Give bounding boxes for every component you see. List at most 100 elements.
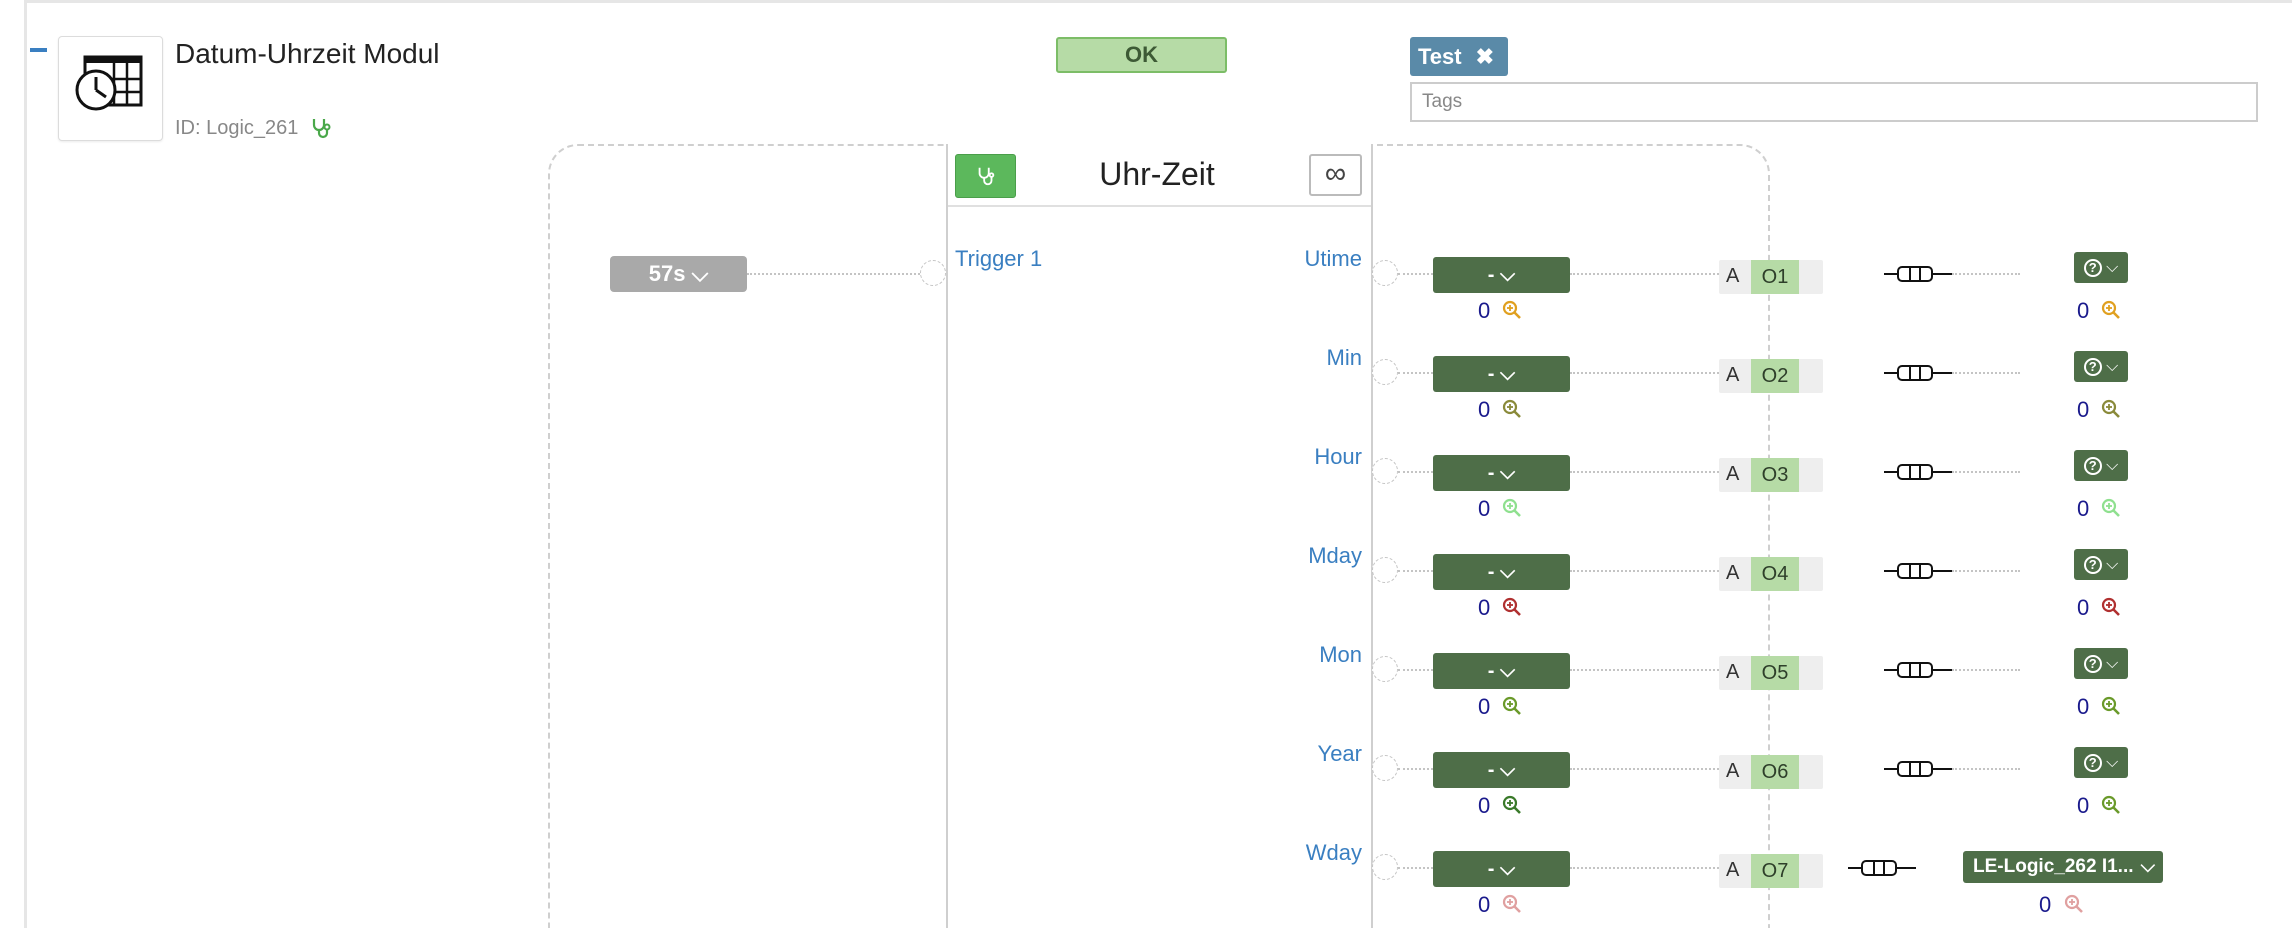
target-select-button[interactable]: ⓘ? ⌵ xyxy=(2074,450,2128,481)
target-select-button[interactable]: ⓘ? ⌵ xyxy=(2074,351,2128,382)
collapse-button[interactable] xyxy=(30,48,47,52)
chevron-down-icon: ⌵ xyxy=(691,261,709,286)
zoom-icon[interactable] xyxy=(2101,795,2121,815)
output-port[interactable] xyxy=(1372,854,1398,880)
output-connector-line xyxy=(1952,273,2020,275)
zoom-icon[interactable] xyxy=(1502,399,1522,419)
output-connector-line xyxy=(1570,570,1719,572)
output-value-select[interactable]: - ⌵ xyxy=(1433,257,1570,293)
output-connector-line xyxy=(1570,867,1719,869)
target-value: 0 xyxy=(2039,892,2052,917)
assignment-label: A xyxy=(1726,463,1740,485)
output-id: O1 xyxy=(1751,260,1799,294)
output-connector-line xyxy=(1398,273,1433,275)
target-label: ? xyxy=(2083,358,2102,376)
output-connector-line xyxy=(1398,867,1433,869)
module-id: ID: Logic_261 xyxy=(175,117,299,139)
assignment-label: A xyxy=(1726,859,1740,881)
output-port[interactable] xyxy=(1372,458,1398,484)
stethoscope-icon[interactable] xyxy=(310,116,334,140)
chevron-down-icon: ⌵ xyxy=(2101,259,2119,276)
block-title: Uhr-Zeit xyxy=(1099,156,1215,192)
infinity-icon[interactable]: ∞ xyxy=(1309,154,1362,196)
target-label: ? xyxy=(2083,655,2102,673)
target-select-button[interactable]: ⓘ? ⌵ xyxy=(2074,252,2128,283)
debug-button[interactable] xyxy=(955,154,1016,198)
tags-input[interactable] xyxy=(1410,82,2258,122)
input-label: Trigger 1 xyxy=(955,246,1043,271)
zoom-icon[interactable] xyxy=(2101,300,2121,320)
output-connector-line xyxy=(1952,570,2020,572)
zoom-icon[interactable] xyxy=(1502,795,1522,815)
output-connector-line xyxy=(1570,471,1719,473)
tag-chip[interactable]: Test ✖ xyxy=(1410,37,1508,76)
output-value-select[interactable]: - ⌵ xyxy=(1433,455,1570,491)
input-source-label: 57s xyxy=(648,261,686,286)
output-value-select[interactable]: - ⌵ xyxy=(1433,752,1570,788)
status-badge: OK xyxy=(1056,37,1227,73)
assignment-label: A xyxy=(1726,661,1740,683)
target-value: 0 xyxy=(2077,595,2090,620)
chevron-down-icon: ⌵ xyxy=(2101,556,2119,573)
output-label: Min xyxy=(1326,345,1362,370)
zoom-icon[interactable] xyxy=(1502,696,1522,716)
output-connector-line xyxy=(1952,768,2020,770)
connector-icon[interactable] xyxy=(1884,561,1952,586)
target-select-button[interactable]: ⓘ? ⌵ xyxy=(2074,648,2128,679)
output-connector-line xyxy=(1570,372,1719,374)
connector-icon[interactable] xyxy=(1884,759,1952,784)
output-value-select[interactable]: - ⌵ xyxy=(1433,554,1570,590)
zoom-icon[interactable] xyxy=(1502,597,1522,617)
module-title: Datum-Uhrzeit Modul xyxy=(175,38,440,69)
output-port[interactable] xyxy=(1372,557,1398,583)
target-select-button[interactable]: LE-Logic_262 I1... ⌵ xyxy=(1963,851,2163,883)
zoom-icon[interactable] xyxy=(2101,597,2121,617)
output-id: O3 xyxy=(1751,458,1799,492)
output-port[interactable] xyxy=(1372,755,1398,781)
panel-top-border xyxy=(24,0,2292,3)
target-select-button[interactable]: ⓘ? ⌵ xyxy=(2074,549,2128,580)
chevron-down-icon: ⌵ xyxy=(2101,457,2119,474)
input-port[interactable] xyxy=(920,260,946,286)
input-source-button[interactable]: 57s ⌵ xyxy=(610,256,747,292)
output-port[interactable] xyxy=(1372,260,1398,286)
output-port[interactable] xyxy=(1372,656,1398,682)
chevron-down-icon: ⌵ xyxy=(2101,655,2119,672)
output-connector-line xyxy=(1952,669,2020,671)
chevron-down-icon: ⌵ xyxy=(2101,358,2119,375)
target-select-button[interactable]: ⓘ? ⌵ xyxy=(2074,747,2128,778)
close-icon[interactable]: ✖ xyxy=(1476,37,1494,76)
zoom-icon[interactable] xyxy=(1502,894,1522,914)
chevron-down-icon: ⌵ xyxy=(1494,759,1516,781)
output-port[interactable] xyxy=(1372,359,1398,385)
connector-icon[interactable] xyxy=(1884,264,1952,289)
output-connector-line xyxy=(1398,471,1433,473)
connector-icon[interactable] xyxy=(1848,858,1916,883)
output-id: O4 xyxy=(1751,557,1799,591)
connector-icon[interactable] xyxy=(1884,660,1952,685)
output-value-select[interactable]: - ⌵ xyxy=(1433,851,1570,887)
tag-chip-label: Test xyxy=(1418,44,1462,69)
assignment-label: A xyxy=(1726,364,1740,386)
clock-table-icon xyxy=(75,55,143,111)
zoom-icon[interactable] xyxy=(2101,399,2121,419)
output-value-select[interactable]: - ⌵ xyxy=(1433,653,1570,689)
zoom-icon[interactable] xyxy=(2101,696,2121,716)
zoom-icon[interactable] xyxy=(2064,894,2084,914)
connector-icon[interactable] xyxy=(1884,462,1952,487)
output-value-select[interactable]: - ⌵ xyxy=(1433,356,1570,392)
output-connector-line xyxy=(1398,372,1433,374)
output-label: Mon xyxy=(1319,642,1362,667)
connector-icon[interactable] xyxy=(1884,363,1952,388)
zoom-icon[interactable] xyxy=(1502,498,1522,518)
output-label: Year xyxy=(1317,741,1362,766)
output-connector-line xyxy=(1952,471,2020,473)
zoom-icon[interactable] xyxy=(1502,300,1522,320)
output-value: 0 xyxy=(1478,694,1491,719)
target-label: ? xyxy=(2083,259,2102,277)
target-value: 0 xyxy=(2077,298,2090,323)
output-label: Mday xyxy=(1308,543,1362,568)
assignment-label: A xyxy=(1726,265,1740,287)
chevron-down-icon: ⌵ xyxy=(1494,858,1516,880)
zoom-icon[interactable] xyxy=(2101,498,2121,518)
